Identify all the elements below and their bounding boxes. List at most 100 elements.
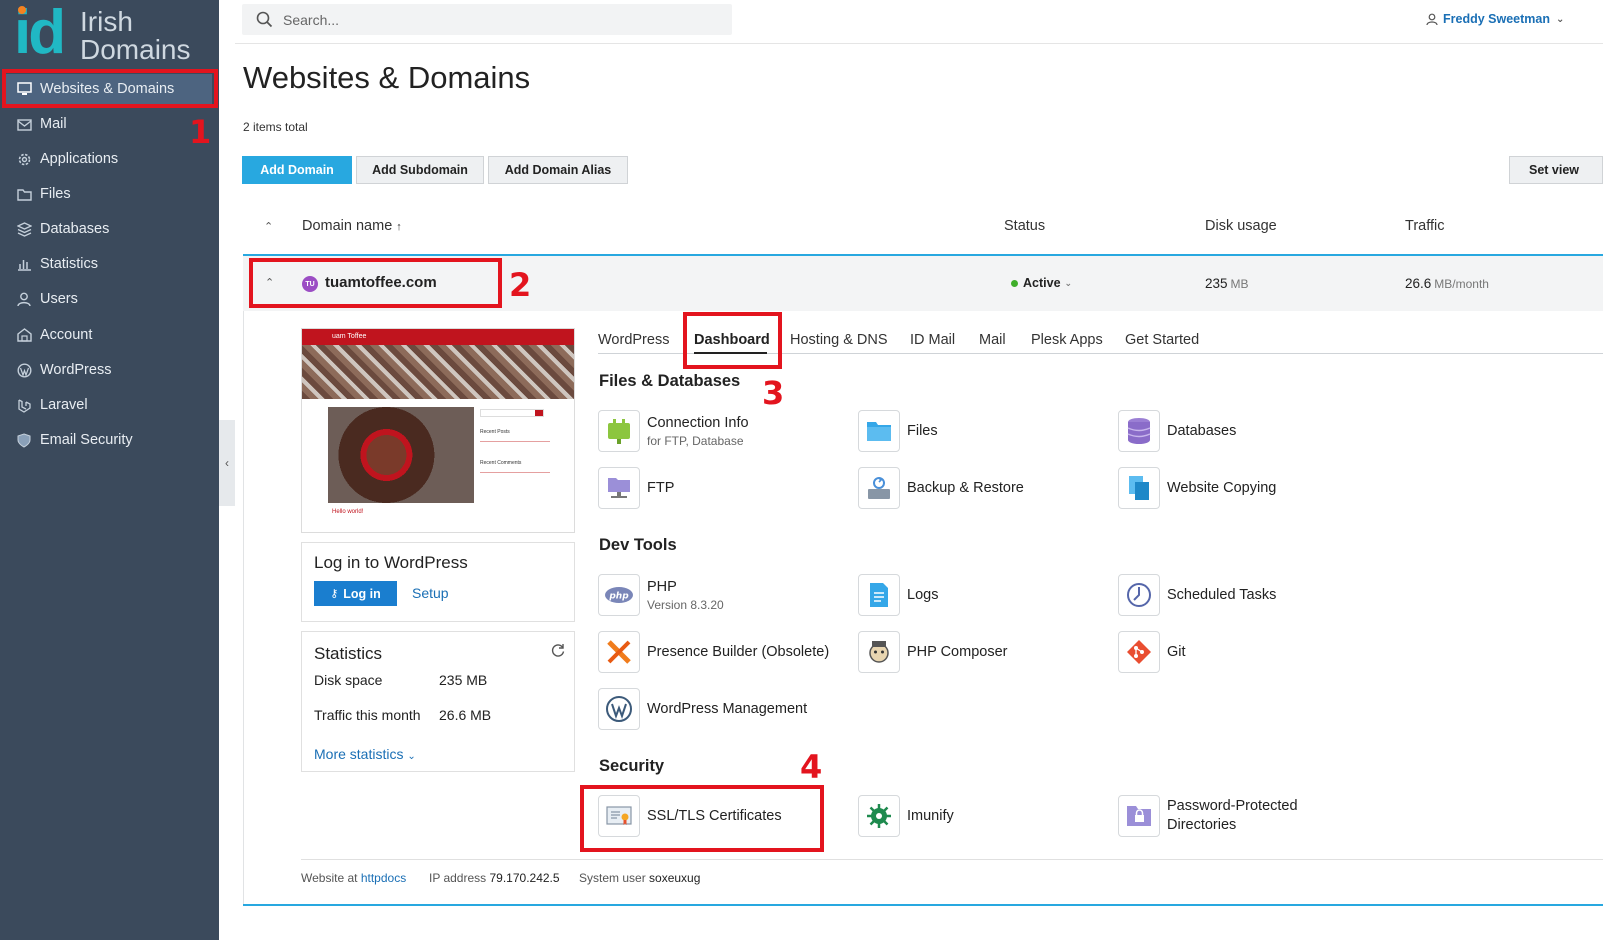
add-domain-alias-button[interactable]: Add Domain Alias bbox=[488, 156, 628, 184]
tool-name-line2: Directories bbox=[1167, 817, 1237, 833]
traffic-month-value: 26.6 MB bbox=[439, 707, 492, 723]
tool-name: WordPress Management bbox=[647, 700, 808, 717]
annotation-label-2: 2 bbox=[509, 266, 532, 304]
logs-tool[interactable]: Logs bbox=[858, 574, 938, 616]
section-files-databases: Files & Databases bbox=[599, 372, 741, 390]
tab-get-started[interactable]: Get Started bbox=[1125, 332, 1199, 348]
httpdocs-link[interactable]: httpdocs bbox=[361, 871, 406, 885]
website-preview-thumbnail[interactable]: uam Toffee Recent Posts Recent Comments … bbox=[301, 328, 575, 533]
tab-plesk-apps[interactable]: Plesk Apps bbox=[1031, 332, 1103, 348]
website-at-label: Website at bbox=[301, 871, 358, 885]
connection-info-tool[interactable]: Connection Info for FTP, Database bbox=[598, 410, 749, 452]
sidebar-item-label: Statistics bbox=[40, 256, 99, 272]
tool-name: Git bbox=[1167, 643, 1186, 660]
setup-link[interactable]: Setup bbox=[412, 585, 449, 601]
sidebar-item-label: WordPress bbox=[40, 362, 112, 378]
statistics-card: Statistics Disk space 235 MB Traffic thi… bbox=[301, 631, 575, 772]
annotation-box-2 bbox=[249, 258, 502, 308]
backup-restore-tool[interactable]: Backup & Restore bbox=[858, 467, 1024, 509]
sidebar-item-mail[interactable]: Mail bbox=[6, 109, 212, 139]
sort-arrow-icon: ↑ bbox=[396, 221, 402, 233]
status-badge[interactable]: Active ⌄ bbox=[1011, 276, 1072, 290]
account-icon bbox=[16, 327, 32, 343]
column-header-status[interactable]: Status bbox=[1004, 218, 1045, 234]
php-composer-tool[interactable]: PHP Composer bbox=[858, 631, 1007, 673]
sidebar-item-statistics[interactable]: Statistics bbox=[6, 249, 212, 279]
logo-dot bbox=[18, 6, 26, 14]
clock-icon bbox=[1118, 574, 1160, 616]
sidebar-item-databases[interactable]: Databases bbox=[6, 214, 212, 244]
tool-name: Presence Builder (Obsolete) bbox=[647, 643, 830, 660]
sidebar-item-account[interactable]: Account bbox=[6, 320, 212, 350]
folder-icon bbox=[858, 410, 900, 452]
sidebar-item-laravel[interactable]: Laravel bbox=[6, 390, 212, 420]
search-icon bbox=[256, 11, 273, 28]
logs-icon bbox=[858, 574, 900, 616]
key-icon: ⚷ bbox=[330, 588, 339, 600]
ftp-tool[interactable]: FTP bbox=[598, 467, 674, 509]
wordpress-management-tool[interactable]: WordPress Management bbox=[598, 688, 807, 730]
gear-icon bbox=[16, 151, 32, 167]
wordpress-icon bbox=[16, 362, 32, 378]
search-placeholder: Search... bbox=[283, 11, 340, 28]
system-user-value: soxeuxug bbox=[649, 871, 701, 885]
folder-icon bbox=[16, 186, 32, 202]
table-bottom-divider bbox=[243, 904, 1603, 906]
logo-line1: Irish bbox=[80, 6, 133, 37]
traffic-number: 26.6 bbox=[1405, 276, 1432, 291]
set-view-button[interactable]: Set view bbox=[1509, 156, 1603, 184]
disk-value: 235 bbox=[1205, 276, 1228, 291]
add-subdomain-button[interactable]: Add Subdomain bbox=[356, 156, 484, 184]
column-header-domain-name[interactable]: Domain name ↑ bbox=[302, 218, 402, 234]
system-user-info: System user soxeuxug bbox=[579, 871, 700, 885]
column-header-traffic[interactable]: Traffic bbox=[1405, 218, 1444, 234]
logo[interactable]: id Irish Domains bbox=[14, 2, 209, 66]
website-copying-tool[interactable]: Website Copying bbox=[1118, 467, 1276, 509]
tab-mail[interactable]: Mail bbox=[979, 332, 1006, 348]
scheduled-tasks-tool[interactable]: Scheduled Tasks bbox=[1118, 574, 1276, 616]
sidebar-item-users[interactable]: Users bbox=[6, 284, 212, 314]
log-in-button[interactable]: ⚷ Log in bbox=[314, 581, 397, 606]
tool-name: PHP bbox=[647, 578, 677, 595]
backup-icon bbox=[858, 467, 900, 509]
copy-icon bbox=[1118, 467, 1160, 509]
tab-hosting-dns[interactable]: Hosting & DNS bbox=[790, 332, 888, 348]
system-user-label: System user bbox=[579, 871, 646, 885]
sidebar-item-wordpress[interactable]: WordPress bbox=[6, 355, 212, 385]
databases-tool[interactable]: Databases bbox=[1118, 410, 1236, 452]
user-menu[interactable]: Freddy Sweetman ⌄ bbox=[1426, 12, 1564, 26]
collapse-all-icon[interactable]: ⌃ bbox=[264, 220, 273, 233]
card-title: Log in to WordPress bbox=[314, 553, 468, 572]
php-tool[interactable]: php PHP Version 8.3.20 bbox=[598, 574, 724, 616]
more-statistics-link[interactable]: More statistics ⌄ bbox=[314, 746, 416, 762]
sidebar-item-label: Applications bbox=[40, 151, 119, 167]
tool-name: Scheduled Tasks bbox=[1167, 586, 1277, 603]
presence-builder-tool[interactable]: Presence Builder (Obsolete) bbox=[598, 631, 829, 673]
tool-name: Website Copying bbox=[1167, 479, 1277, 496]
add-domain-button[interactable]: Add Domain bbox=[242, 156, 352, 184]
git-tool[interactable]: Git bbox=[1118, 631, 1186, 673]
password-protected-directories-tool[interactable]: Password-Protected Directories bbox=[1118, 795, 1298, 837]
section-dev-tools: Dev Tools bbox=[599, 536, 677, 554]
ip-value: 79.170.242.5 bbox=[489, 871, 560, 885]
sidebar-item-applications[interactable]: Applications bbox=[6, 144, 212, 174]
refresh-icon[interactable] bbox=[550, 642, 566, 658]
column-header-disk-usage[interactable]: Disk usage bbox=[1205, 218, 1277, 234]
tools-icon bbox=[598, 631, 640, 673]
imunify-tool[interactable]: Imunify bbox=[858, 795, 954, 837]
sidebar-item-files[interactable]: Files bbox=[6, 179, 212, 209]
status-dot bbox=[1011, 279, 1018, 287]
sidebar-item-label: Account bbox=[40, 327, 93, 343]
search-input[interactable]: Search... bbox=[242, 4, 732, 35]
sidebar-item-label: Laravel bbox=[40, 397, 88, 413]
tab-wordpress[interactable]: WordPress bbox=[598, 332, 669, 348]
bar-chart-icon bbox=[16, 256, 32, 272]
disk-space-value: 235 MB bbox=[439, 672, 488, 688]
files-tool[interactable]: Files bbox=[858, 410, 938, 452]
sidebar-item-email-security[interactable]: Email Security bbox=[6, 425, 212, 455]
sidebar-collapse-handle[interactable]: ‹ bbox=[219, 420, 235, 506]
ip-label: IP address bbox=[429, 871, 487, 885]
imunify-icon bbox=[858, 795, 900, 837]
tool-name: Connection Info bbox=[647, 414, 749, 431]
tab-id-mail[interactable]: ID Mail bbox=[910, 332, 955, 348]
